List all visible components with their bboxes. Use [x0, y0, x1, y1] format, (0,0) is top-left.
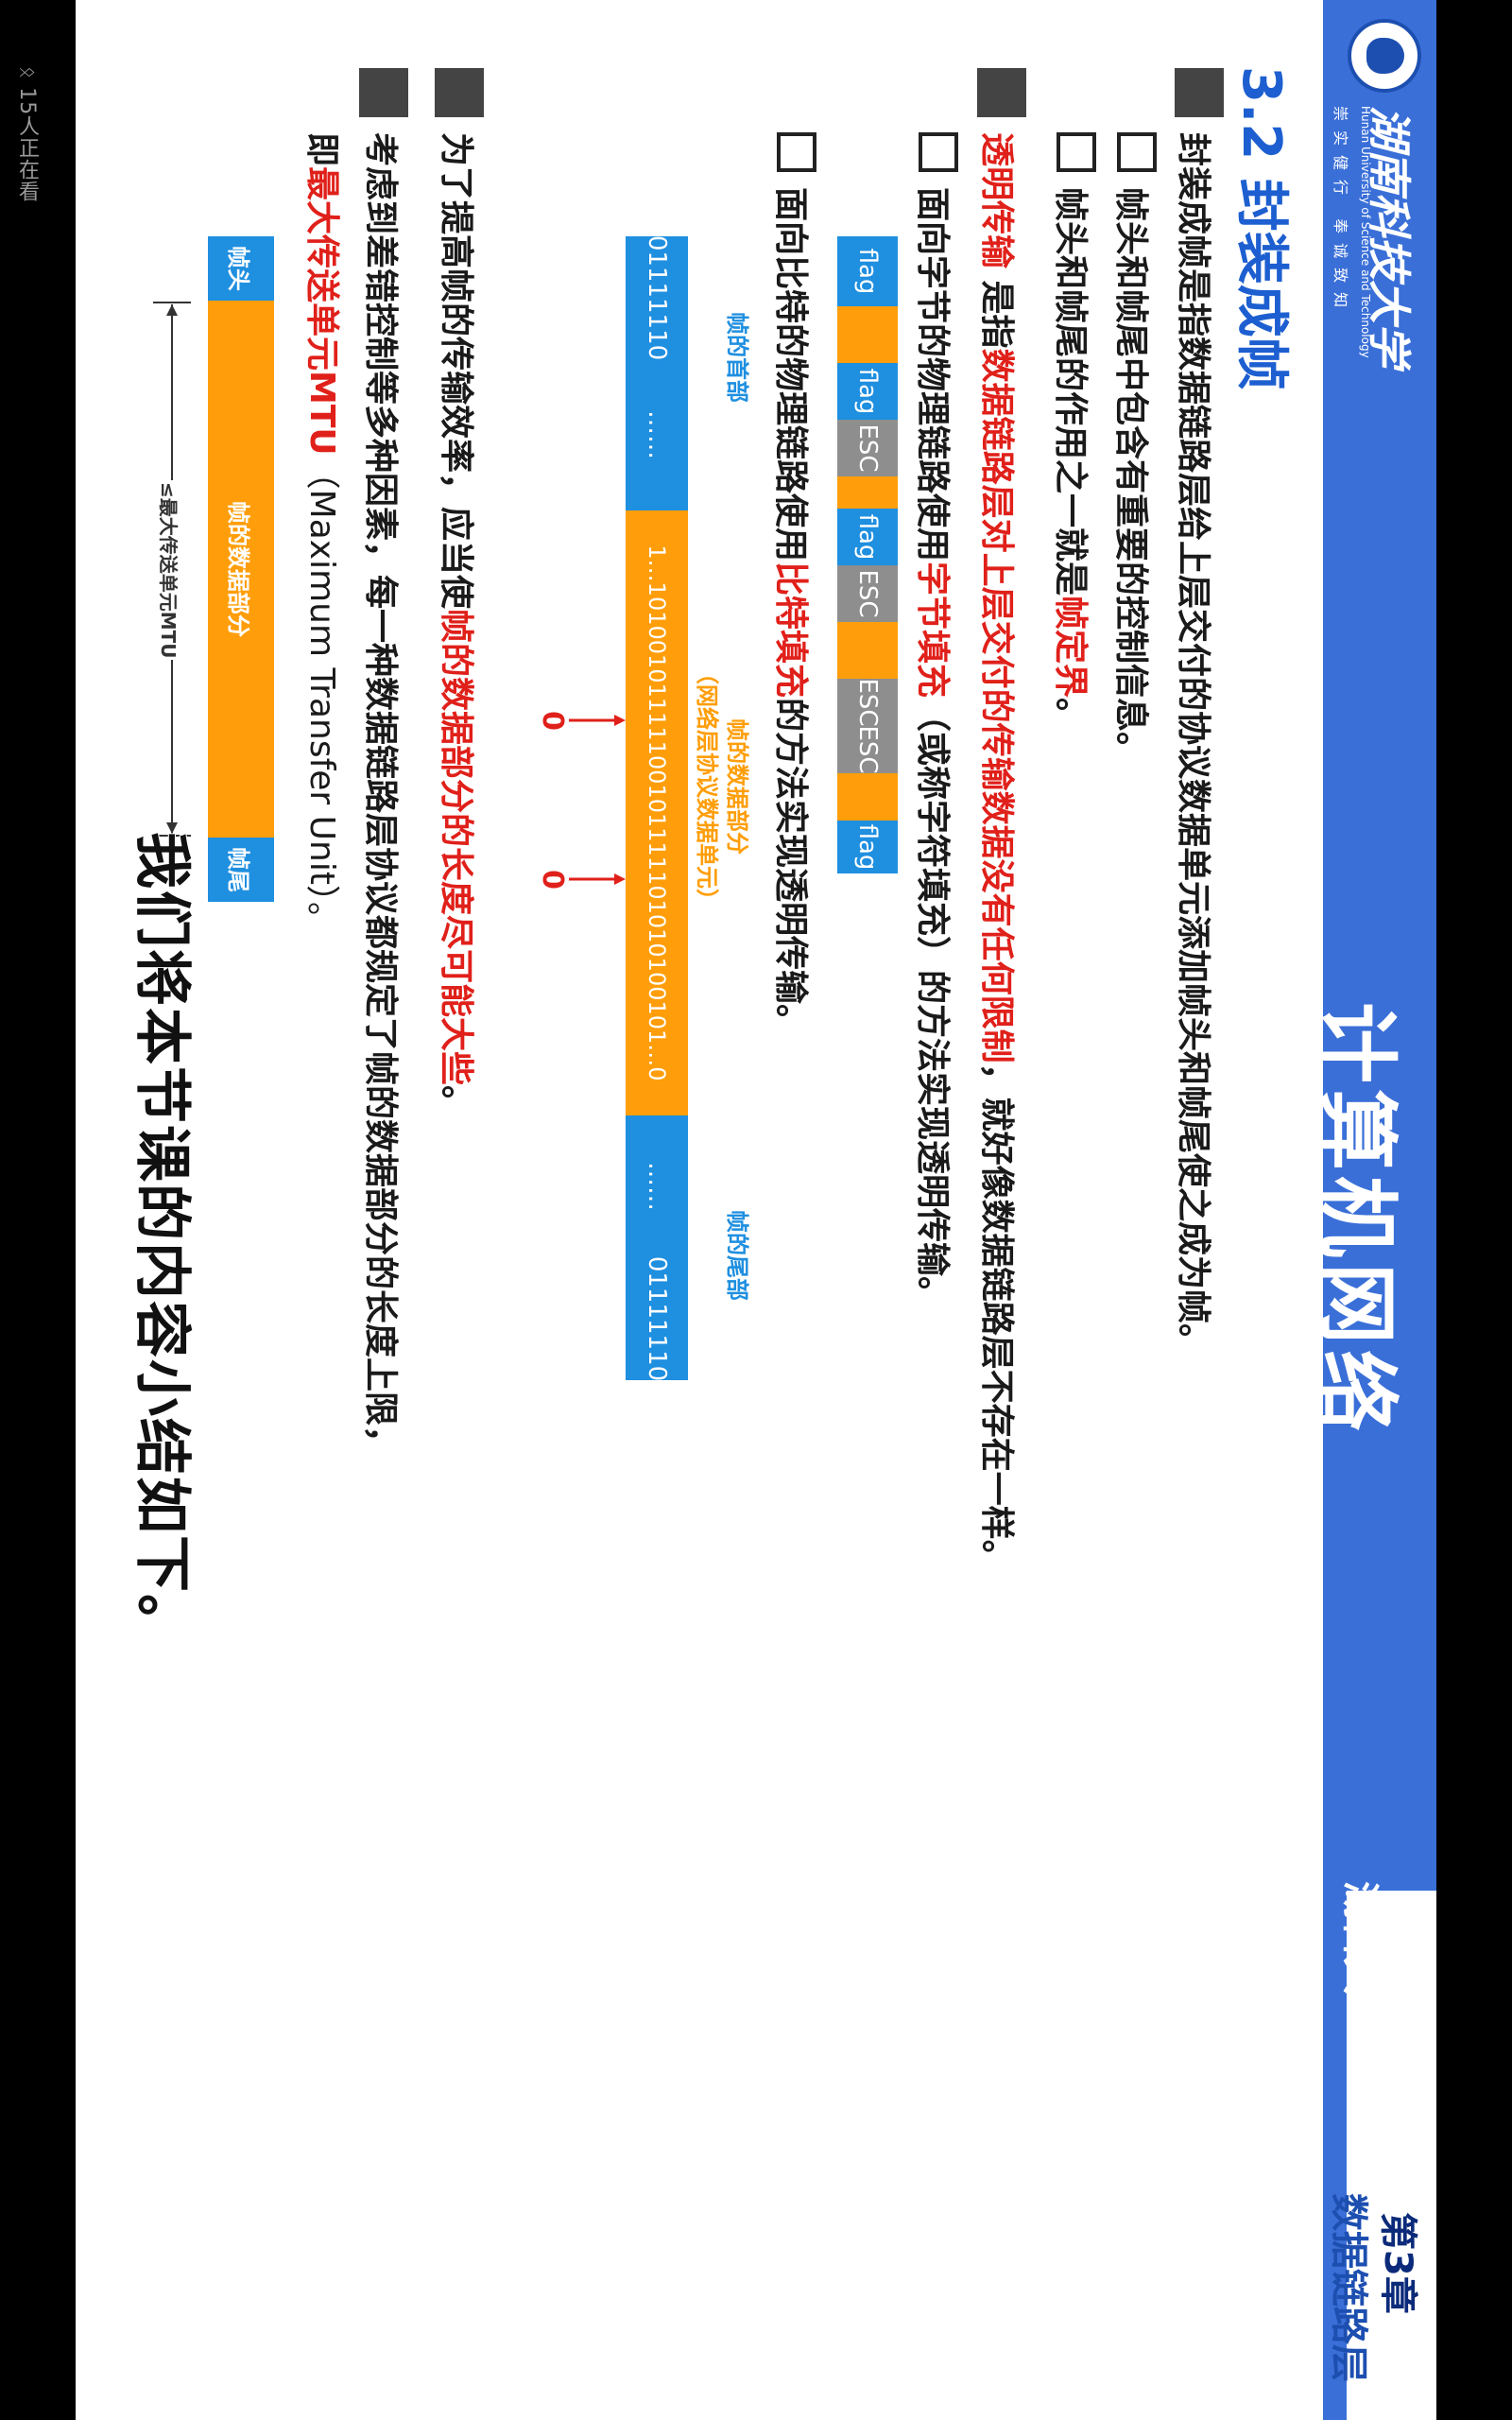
highlight-frame-delimit: 帧定界: [1051, 596, 1090, 699]
sub-bullet-box: [919, 132, 958, 172]
frame-tail-label: 帧的尾部: [724, 1210, 750, 1301]
mtu-head-cell: 帧头: [208, 236, 274, 301]
chapter-name: 数据链路层: [1327, 2193, 1370, 2382]
bullet-encapsulation: 封装成帧是指数据链路层给上层交付的协议数据单元添加帧头和帧尾使之成为帧。: [1174, 132, 1212, 1358]
text-part: 。: [437, 1085, 475, 1120]
data-bits-cell: 1…10100101111100101111101010100101…0: [626, 510, 688, 1115]
byte-cell-esc: ESC: [837, 725, 898, 774]
head-flag-cell: 01111110: [626, 235, 688, 360]
frame-data-label: 帧的数据部分: [724, 718, 750, 855]
school-name: 湖科大: [1338, 1881, 1382, 1995]
viewer-count: 15人正在看: [15, 87, 39, 203]
sub-bullet-box: [777, 132, 816, 172]
video-subtitle: 我们将本节课的内容小结如下。: [128, 831, 196, 1653]
byte-cell-flag: flag: [837, 509, 898, 565]
highlight-no-limit: 数据链路层对上层交付的传输数据没有任何限制: [977, 348, 1016, 1063]
university-motto: 崇实健行 奉诚致知: [1332, 106, 1349, 318]
byte-cell-data: [837, 306, 898, 363]
stuffing-arrows: [569, 715, 626, 885]
emblem-icon: [1348, 19, 1421, 93]
bullet-transparent-transmission: 透明传输 是指数据链路层对上层交付的传输数据没有任何限制，就好像数据链路层不存在…: [975, 132, 1024, 1574]
university-name-en: Hunan University of Science and Technolo…: [1359, 106, 1372, 358]
head-dots-cell: ……: [626, 359, 688, 510]
text-part: 面向字节的物理链路使用: [913, 187, 952, 562]
sub-bullet-frame-delimit: 帧头和帧尾的作用之一就是帧定界。: [1049, 187, 1098, 732]
text-part: 是指: [977, 268, 1016, 349]
byte-cell-data: [837, 622, 898, 679]
byte-cell-data: [837, 476, 898, 509]
tail-dots-cell: ……: [626, 1115, 688, 1257]
tail-flag-cell: 01111110: [626, 1256, 688, 1381]
byte-cell-esc: ESC: [837, 565, 898, 622]
text-part: 为了提高帧的传输效率，应当使: [437, 132, 475, 610]
sub-bullet-bit-stuffing: 面向比特的物理链路使用比特填充的方法实现透明传输。: [769, 187, 818, 1038]
frame-head-label: 帧的首部: [724, 312, 750, 403]
mtu-tail-cell: 帧尾: [208, 838, 274, 902]
sub-bullet-byte-stuffing: 面向字节的物理链路使用字节填充（或称字符填充）的方法实现透明传输。: [911, 187, 960, 1310]
section-title: 3.2 封装成帧: [1230, 66, 1292, 390]
bullet-mtu-line2: 即最大传送单元MTU（Maximum Transfer Unit）。: [301, 132, 350, 936]
text-part: 。: [1051, 698, 1090, 733]
slide: 湖南科技大学 Hunan University of Science and T…: [76, 0, 1436, 2420]
bullet-square: [977, 68, 1026, 117]
text-part: （或称字符填充）的方法实现透明传输。: [913, 698, 952, 1311]
viewer-count-badge: ᛟ 15人正在看: [11, 66, 42, 202]
stuffed-bit-1: 0: [536, 711, 569, 731]
bullet-mtu-line1: 考虑到差错控制等多种因素，每一种数据链路层协议都规定了帧的数据部分的长度上限，: [361, 132, 400, 1461]
byte-cell-flag: flag: [837, 236, 898, 306]
stuffed-bit-2: 0: [536, 870, 569, 890]
mtu-data-cell: 帧的数据部分: [208, 301, 274, 838]
slide-stage: 湖南科技大学 Hunan University of Science and T…: [76, 0, 1436, 2420]
text-part: 帧头和帧尾的作用之一就是: [1051, 187, 1090, 596]
byte-cell-data: [837, 773, 898, 821]
frame-data-sublabel: （网络层协议数据单元）: [694, 662, 720, 911]
byte-cell-flag: flag: [837, 821, 898, 873]
bullet-efficiency: 为了提高帧的传输效率，应当使帧的数据部分的长度尽可能大些。: [435, 132, 484, 1119]
sub-bullet-box: [1117, 132, 1157, 172]
video-player-screen[interactable]: ᛟ 15人正在看 湖南科技大学 Hunan University of Scie…: [0, 0, 1512, 2420]
viewer-icon: ᛟ: [15, 66, 39, 80]
bullet-square: [435, 68, 484, 117]
byte-cell-flag: flag: [837, 363, 898, 420]
sub-bullet-control-info: 帧头和帧尾中包含有重要的控制信息。: [1111, 187, 1150, 767]
highlight-mtu: 最大传送单元MTU: [302, 166, 341, 456]
bullet-square: [359, 68, 408, 117]
highlight-transparent: 透明传输: [977, 132, 1016, 269]
text-part: 的方法实现透明传输。: [771, 698, 810, 1039]
text-part: 面向比特的物理链路使用: [771, 187, 810, 562]
highlight-bit-stuffing: 比特填充: [771, 562, 810, 699]
chapter-number: 第3章: [1376, 2212, 1419, 2314]
text-part: （Maximum Transfer Unit）。: [302, 455, 341, 936]
highlight-max-length: 帧的数据部分的长度尽可能大些: [437, 609, 475, 1086]
byte-cell-esc: ESC: [837, 678, 898, 727]
text-part: ，就好像数据链路层不存在一样。: [977, 1063, 1016, 1574]
university-logo: 湖南科技大学 Hunan University of Science and T…: [1331, 19, 1429, 425]
mtu-label: ≤最大传送单元MTU: [157, 482, 180, 659]
text-part: 即: [302, 132, 341, 167]
course-title: 计算机网络: [1309, 1002, 1403, 1437]
byte-cell-esc: ESC: [837, 420, 898, 476]
sub-bullet-box: [1057, 132, 1096, 172]
bullet-square: [1175, 68, 1224, 117]
highlight-byte-stuffing: 字节填充: [913, 562, 952, 699]
